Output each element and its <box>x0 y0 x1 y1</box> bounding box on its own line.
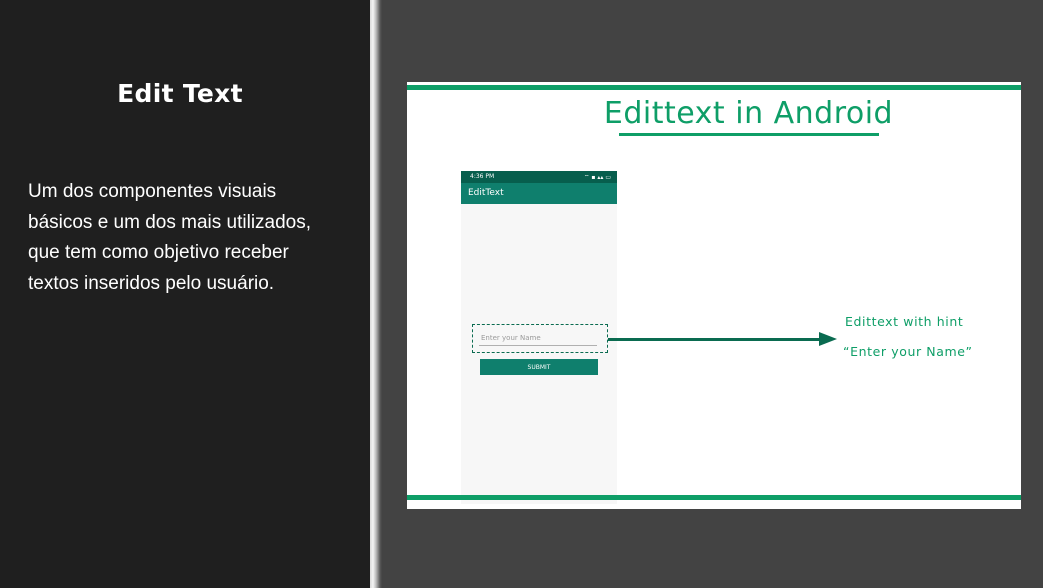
status-bar: 4:36 PM ⌔ ▪ ▴▴ ▭ <box>461 171 617 183</box>
status-icons: ⌔ ▪ ▴▴ ▭ <box>583 174 611 181</box>
panel-title: Edit Text <box>117 79 243 108</box>
slide-title: Edittext in Android <box>603 96 894 131</box>
status-time: 4:36 PM <box>470 173 495 180</box>
description-line: básicos e um dos mais utilizados, <box>28 211 312 233</box>
arrow-head-icon <box>819 332 837 346</box>
slide-image: Edittext in Android 4:36 PM ⌔ ▪ ▴▴ ▭ Edi… <box>407 82 1021 509</box>
description-line: que tem como objetivo receber <box>28 242 289 263</box>
edittext-field[interactable]: Enter your Name <box>472 324 608 353</box>
callout-hint-text: “Enter your Name” <box>843 344 973 359</box>
edittext-hint: Enter your Name <box>481 334 541 342</box>
arrow-shaft <box>608 338 821 341</box>
top-rule <box>407 85 1021 90</box>
app-title: EditText <box>468 188 504 198</box>
panel-description: Um dos componentes visuais básicos e um … <box>28 177 348 299</box>
edittext-underline <box>479 345 597 346</box>
title-underline <box>619 133 879 136</box>
bottom-rule <box>407 495 1021 500</box>
app-bar: EditText <box>461 183 617 204</box>
submit-button[interactable]: SUBMIT <box>480 359 598 375</box>
description-line: Um dos componentes visuais <box>28 181 277 202</box>
callout-text: Edittext with hint <box>845 314 964 329</box>
description-line: textos inseridos pelo usuário. <box>28 272 275 294</box>
panel-divider <box>370 0 382 588</box>
left-panel: Edit Text Um dos componentes visuais bás… <box>0 0 370 588</box>
